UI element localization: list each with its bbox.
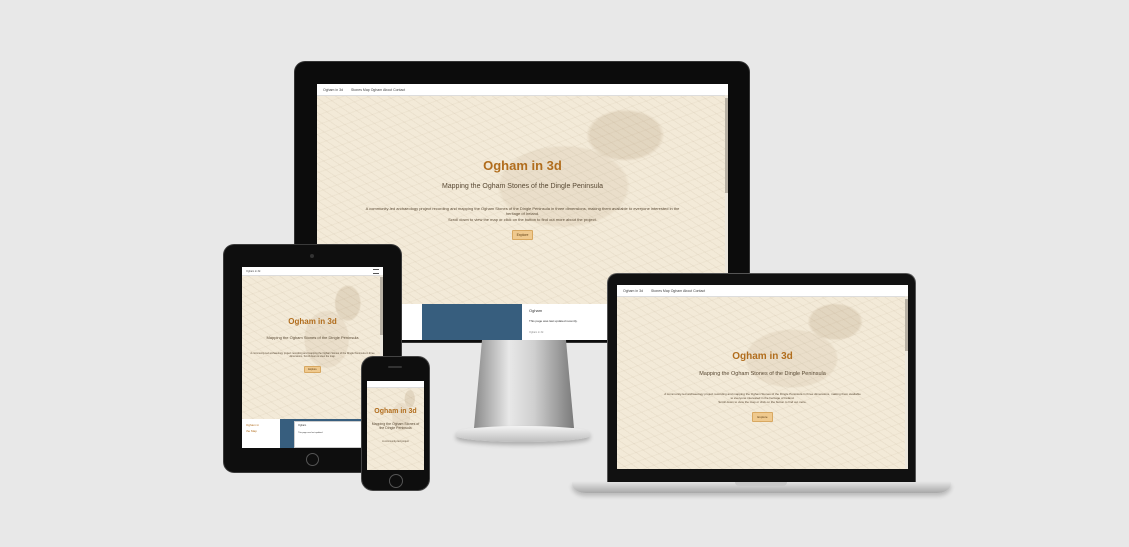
laptop-hero: Ogham in 3d Mapping the Ogham Stones of … — [617, 351, 908, 423]
phone-hero: Ogham in 3d Mapping the Ogham Stones of … — [367, 408, 424, 443]
tablet-menu-icon[interactable] — [373, 268, 379, 274]
desktop-footer-blue-panel — [422, 304, 522, 340]
tablet-footer-text: This page was last updated. — [298, 432, 323, 434]
desktop-navbar: Ogham in 3d Stones Map Ogham About Conta… — [317, 84, 728, 96]
laptop-hero-title: Ogham in 3d — [732, 351, 793, 362]
desktop-brand[interactable]: Ogham in 3d — [323, 88, 343, 92]
tablet-footer-left-2: the Map — [246, 429, 257, 433]
tablet-footer-left-1: Ogham in — [246, 423, 260, 427]
laptop-explore-button[interactable]: Explore — [752, 412, 773, 423]
tablet-camera-icon — [310, 254, 314, 258]
desktop-hero-text-line: Scroll down to view the map or click on … — [448, 216, 597, 222]
phone-hero-text: A community-led project — [382, 440, 409, 443]
laptop-hero-subtitle: Mapping the Ogham Stones of the Dingle P… — [699, 371, 826, 377]
laptop-scroll-thumb[interactable] — [905, 299, 908, 351]
desktop-footer-title: Ogham — [529, 308, 543, 313]
tablet-brand[interactable]: Ogham in 3d — [246, 270, 260, 273]
tablet-home-button[interactable] — [306, 453, 319, 466]
phone-hero-subtitle: Mapping the Ogham Stones of the Dingle P… — [371, 422, 420, 430]
tablet-explore-button[interactable]: Explore — [304, 365, 321, 373]
desktop-hero-title: Ogham in 3d — [483, 158, 562, 173]
tablet-hero-subtitle: Mapping the Ogham Stones of the Dingle P… — [266, 335, 359, 340]
desktop-footer-small: Ogham in 3d — [529, 331, 544, 334]
phone-speaker — [388, 366, 402, 368]
desktop-footer-text: This page was last updated recently. — [529, 319, 578, 323]
tablet-footer-card: Ogham This page was last updated. — [294, 421, 362, 448]
tablet-footer-title: Ogham — [298, 424, 307, 427]
monitor-stand-neck — [474, 340, 574, 428]
tablet-hero-text: A community-led archaeology project reco… — [250, 352, 375, 359]
laptop-nav-links[interactable]: Stones Map Ogham About Contact — [651, 289, 705, 293]
laptop-screen: Ogham in 3d Stones Map Ogham About Conta… — [617, 285, 908, 469]
desktop-hero-text: A community-led archaeology project reco… — [333, 206, 713, 222]
desktop-hero-subtitle: Mapping the Ogham Stones of the Dingle P… — [441, 183, 604, 190]
monitor-stand-base — [456, 426, 590, 442]
desktop-hero: Ogham in 3d Mapping the Ogham Stones of … — [317, 158, 728, 241]
tablet-hero-title: Ogham in 3d — [288, 317, 337, 326]
phone-screen: Ogham in 3d Mapping the Ogham Stones of … — [367, 381, 424, 470]
phone-home-button[interactable] — [389, 474, 403, 488]
phone-hero-title: Ogham in 3d — [374, 408, 417, 415]
laptop-hero-text-line: Scroll down to view the map or click on … — [718, 400, 807, 405]
laptop-hero-text: A community-led archaeology project reco… — [629, 392, 897, 404]
desktop-nav-links[interactable]: Stones Map Ogham About Contact — [351, 88, 405, 92]
laptop-notch — [735, 482, 787, 486]
tablet-navbar: Ogham in 3d — [242, 267, 383, 276]
desktop-explore-button[interactable]: Explore — [511, 230, 534, 241]
laptop-brand[interactable]: Ogham in 3d — [623, 289, 643, 293]
laptop-navbar: Ogham in 3d Stones Map Ogham About Conta… — [617, 285, 908, 297]
phone-navbar — [367, 381, 424, 388]
